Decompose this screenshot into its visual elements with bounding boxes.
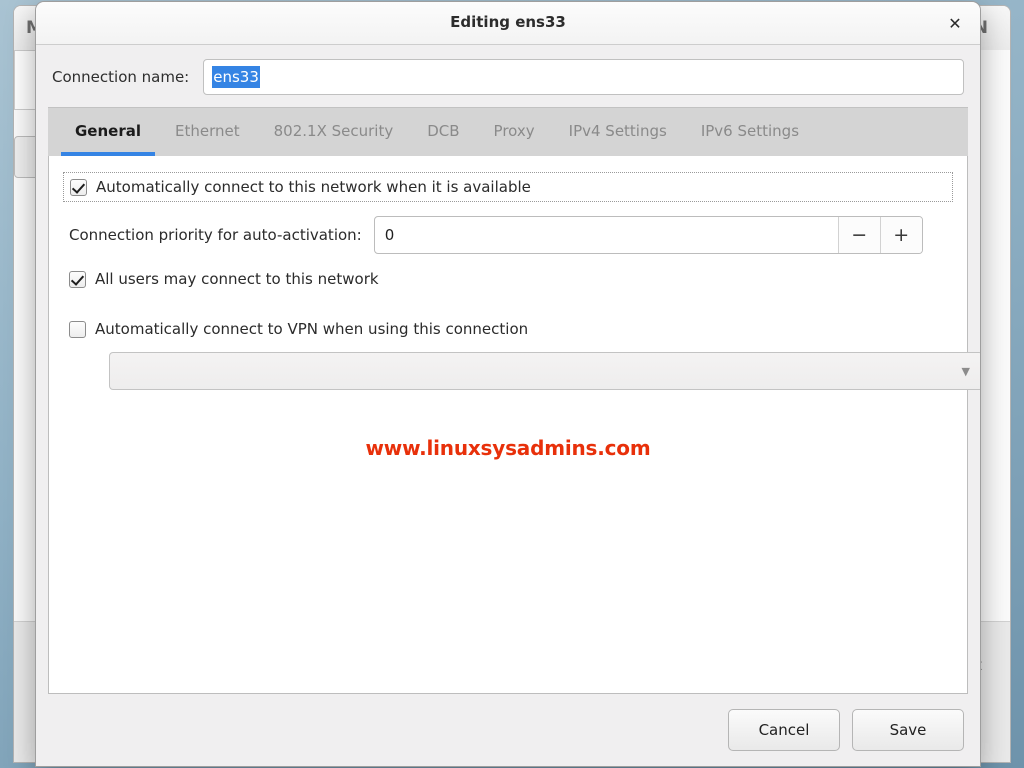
plus-icon[interactable]: +: [879, 217, 922, 253]
save-button[interactable]: Save: [852, 709, 964, 751]
connection-priority-value[interactable]: 0: [375, 217, 838, 253]
tab-ipv4-settings[interactable]: IPv4 Settings: [552, 110, 684, 156]
vpn-connection-dropdown[interactable]: ▼: [109, 352, 980, 390]
all-users-checkbox[interactable]: [69, 270, 86, 288]
auto-connect-vpn-checkbox[interactable]: [69, 320, 86, 338]
tab-bar: General Ethernet 802.1X Security DCB Pro…: [48, 107, 968, 156]
connection-name-label: Connection name:: [52, 68, 190, 86]
tab-8021x-security[interactable]: 802.1X Security: [257, 110, 411, 156]
tab-ethernet[interactable]: Ethernet: [158, 110, 257, 156]
dialog-title: Editing ens33: [450, 13, 566, 31]
connection-name-value: ens33: [212, 66, 260, 88]
tab-proxy[interactable]: Proxy: [477, 110, 552, 156]
minus-icon[interactable]: −: [837, 217, 880, 253]
all-users-label: All users may connect to this network: [95, 270, 379, 288]
all-users-row[interactable]: All users may connect to this network: [69, 270, 953, 288]
connection-name-row: Connection name: ens33: [36, 45, 980, 107]
tab-dcb[interactable]: DCB: [410, 110, 476, 156]
connection-priority-label: Connection priority for auto-activation:: [69, 226, 362, 244]
dialog-titlebar: Editing ens33 ✕: [36, 2, 980, 45]
auto-connect-checkbox[interactable]: [70, 178, 87, 196]
auto-connect-label: Automatically connect to this network wh…: [96, 178, 531, 196]
editing-connection-dialog: Editing ens33 ✕ Connection name: ens33 G…: [36, 2, 980, 766]
chevron-down-icon: ▼: [961, 364, 970, 378]
auto-connect-vpn-label: Automatically connect to VPN when using …: [95, 320, 529, 338]
connection-name-input[interactable]: ens33: [203, 59, 964, 95]
auto-connect-vpn-row[interactable]: Automatically connect to VPN when using …: [69, 320, 953, 338]
tab-general[interactable]: General: [58, 110, 158, 156]
general-tab-panel: Automatically connect to this network wh…: [48, 156, 980, 694]
tab-ipv6-settings[interactable]: IPv6 Settings: [684, 110, 816, 156]
connection-priority-stepper[interactable]: 0 − +: [373, 216, 923, 254]
watermark: www.linuxsysadmins.com: [365, 436, 651, 460]
connection-priority-row: Connection priority for auto-activation:…: [69, 216, 953, 254]
auto-connect-row[interactable]: Automatically connect to this network wh…: [63, 172, 953, 202]
dialog-footer: Cancel Save: [36, 694, 980, 766]
screen: M N t Editing ens33 ✕ Connection name: e…: [0, 0, 1024, 768]
close-icon[interactable]: ✕: [942, 10, 968, 36]
cancel-button[interactable]: Cancel: [728, 709, 840, 751]
